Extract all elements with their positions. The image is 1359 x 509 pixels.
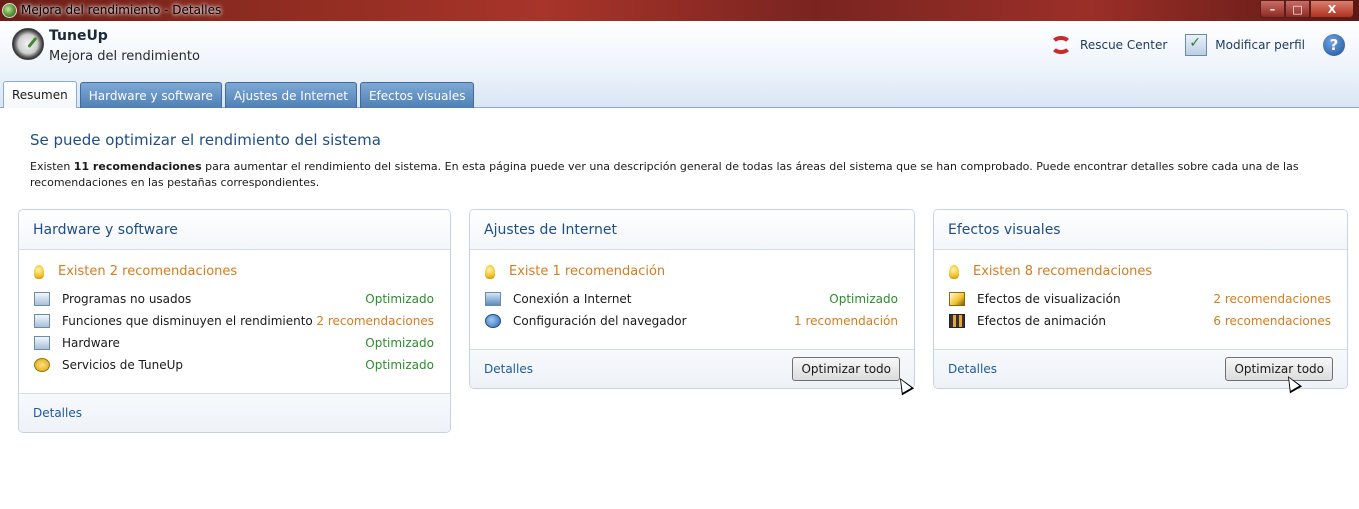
lightbulb-icon	[34, 264, 44, 279]
optimize-all-button[interactable]: Optimizar todo	[1225, 357, 1333, 381]
page-title: Se puede optimizar el rendimiento del si…	[30, 131, 381, 149]
rescue-center-label: Rescue Center	[1080, 38, 1168, 52]
close-button[interactable]: X	[1310, 0, 1354, 18]
speedometer-icon	[12, 28, 44, 60]
item-label: Conexión a Internet	[513, 292, 632, 306]
tab-resumen[interactable]: Resumen	[3, 81, 77, 108]
globe-icon	[485, 314, 501, 328]
card-summary: Existen 2 recomendaciones	[34, 264, 434, 279]
card-summary: Existen 8 recomendaciones	[949, 264, 1331, 279]
card-title: Efectos visuales	[934, 210, 1347, 250]
card-body: Existen 2 recomendaciones Programas no u…	[19, 250, 450, 384]
film-icon	[949, 314, 965, 328]
window-title: Mejora del rendimiento - Detalles	[21, 3, 222, 17]
tab-bar: Resumen Hardware y software Ajustes de I…	[3, 81, 477, 108]
functions-icon	[34, 314, 50, 328]
list-item: Programas no usados Optimizado	[34, 288, 434, 310]
card-title: Ajustes de Internet	[470, 210, 914, 250]
title-bar: Mejora del rendimiento - Detalles – □ X	[0, 0, 1359, 21]
details-link[interactable]: Detalles	[33, 406, 82, 420]
card-summary: Existe 1 recomendación	[485, 264, 898, 279]
item-label: Efectos de visualización	[977, 292, 1121, 306]
card-footer: Detalles	[19, 393, 450, 432]
item-status: 6 recomendaciones	[1213, 314, 1331, 328]
list-item: Servicios de TuneUp Optimizado	[34, 354, 434, 376]
lifebuoy-icon	[1050, 36, 1073, 54]
app-header: TuneUp Mejora del rendimiento Rescue Cen…	[0, 21, 1359, 108]
header-links: Rescue Center Modificar perfil ?	[1032, 34, 1345, 56]
card-ajustes-internet: Ajustes de Internet Existe 1 recomendaci…	[469, 209, 915, 389]
list-item: Efectos de visualización 2 recomendacion…	[949, 288, 1331, 310]
tab-hardware-software[interactable]: Hardware y software	[79, 82, 222, 108]
item-label: Efectos de animación	[977, 314, 1106, 328]
programs-icon	[34, 292, 50, 306]
maximize-button[interactable]: □	[1285, 0, 1310, 18]
item-status: Optimizado	[365, 358, 434, 372]
app-subtitle: Mejora del rendimiento	[49, 49, 200, 64]
item-label: Hardware	[62, 336, 120, 350]
item-label: Funciones que disminuyen el rendimiento	[62, 314, 313, 328]
intro-count: 11 recomendaciones	[73, 160, 202, 173]
intro-post: para aumentar el rendimiento del sistema…	[30, 160, 1299, 189]
optimize-all-button[interactable]: Optimizar todo	[792, 357, 900, 381]
card-body: Existen 8 recomendaciones Efectos de vis…	[934, 250, 1347, 340]
item-status: 1 recomendación	[794, 314, 898, 328]
tab-efectos-visuales[interactable]: Efectos visuales	[359, 82, 475, 108]
minimize-button[interactable]: –	[1260, 0, 1285, 18]
item-status: 2 recomendaciones	[1213, 292, 1331, 306]
intro-text: Existen 11 recomendaciones para aumentar…	[30, 159, 1340, 190]
lightbulb-icon	[485, 264, 495, 279]
item-status: 2 recomendaciones	[316, 314, 434, 328]
item-label: Programas no usados	[62, 292, 192, 306]
card-title: Hardware y software	[19, 210, 450, 250]
rescue-center-link[interactable]: Rescue Center	[1050, 36, 1167, 54]
list-item: Conexión a Internet Optimizado	[485, 288, 898, 310]
intro-pre: Existen	[30, 160, 74, 173]
list-item: Configuración del navegador 1 recomendac…	[485, 310, 898, 332]
item-status: Optimizado	[365, 292, 434, 306]
item-label: Configuración del navegador	[513, 314, 687, 328]
card-body: Existe 1 recomendación Conexión a Intern…	[470, 250, 914, 340]
summary-text: Existe 1 recomendación	[509, 264, 666, 279]
list-item: Funciones que disminuyen el rendimiento …	[34, 310, 434, 332]
tab-ajustes-internet[interactable]: Ajustes de Internet	[224, 82, 357, 108]
details-link[interactable]: Detalles	[484, 362, 533, 376]
card-footer: Detalles Optimizar todo	[470, 349, 914, 388]
app-name: TuneUp	[49, 28, 108, 44]
modify-profile-label: Modificar perfil	[1215, 38, 1305, 52]
item-status: Optimizado	[365, 336, 434, 350]
lightbulb-icon	[949, 264, 959, 279]
item-label: Servicios de TuneUp	[62, 358, 184, 372]
hardware-icon	[34, 336, 50, 350]
network-icon	[485, 292, 501, 306]
item-status: Optimizado	[829, 292, 898, 306]
app-logo-icon	[2, 3, 17, 18]
magic-wand-icon	[949, 292, 965, 306]
details-link[interactable]: Detalles	[948, 362, 997, 376]
summary-text: Existen 2 recomendaciones	[58, 264, 238, 279]
summary-text: Existen 8 recomendaciones	[973, 264, 1153, 279]
list-item: Efectos de animación 6 recomendaciones	[949, 310, 1331, 332]
profile-checklist-icon	[1185, 34, 1208, 56]
help-icon[interactable]: ?	[1323, 34, 1345, 56]
window-controls: – □ X	[1260, 0, 1354, 18]
modify-profile-link[interactable]: Modificar perfil	[1185, 34, 1305, 56]
gears-icon	[34, 358, 50, 372]
list-item: Hardware Optimizado	[34, 332, 434, 354]
card-efectos-visuales: Efectos visuales Existen 8 recomendacion…	[933, 209, 1348, 389]
card-hardware-software: Hardware y software Existen 2 recomendac…	[18, 209, 451, 433]
